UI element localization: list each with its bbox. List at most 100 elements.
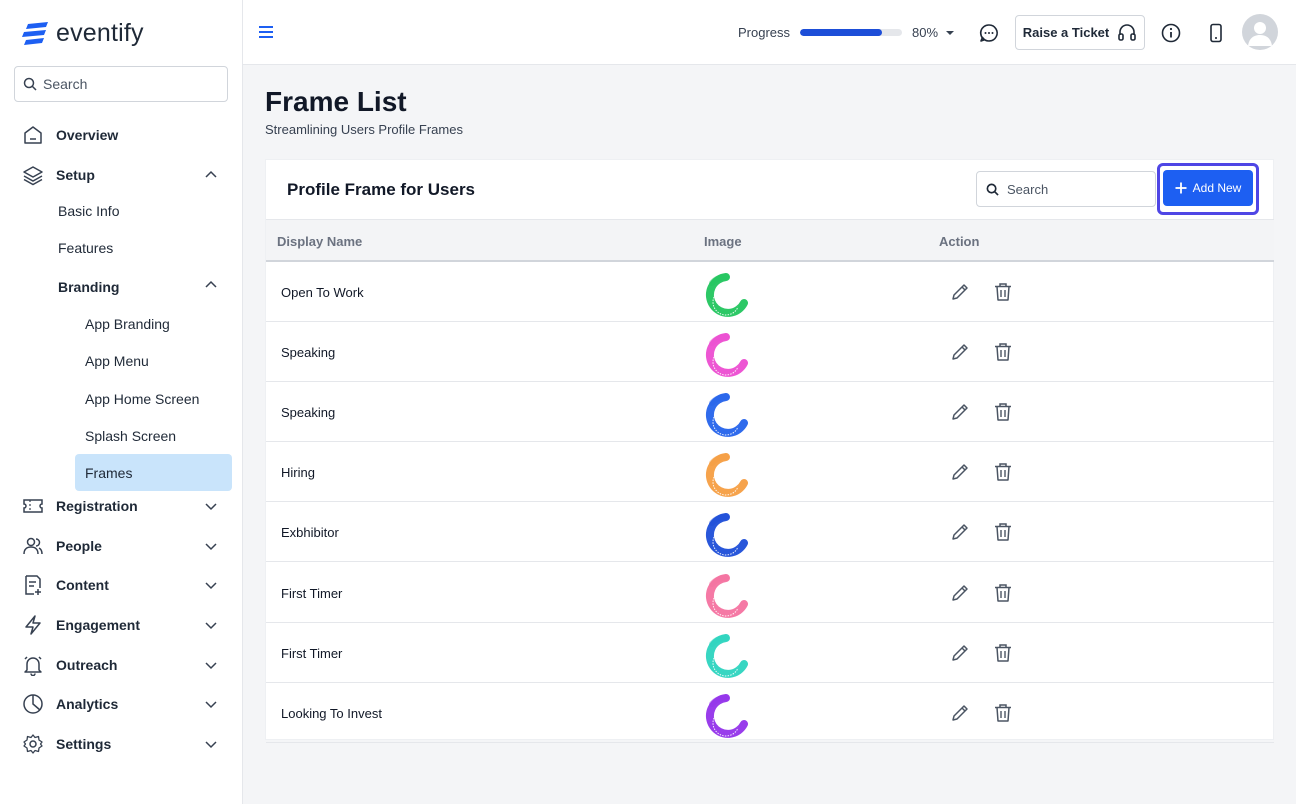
- row-display-name: Looking To Invest: [281, 706, 382, 721]
- sidebar-search-input[interactable]: [43, 76, 213, 92]
- sidebar-subitem-frames[interactable]: Frames: [75, 454, 232, 491]
- edit-pencil-icon[interactable]: [950, 522, 970, 542]
- sidebar-subitem-branding[interactable]: Branding: [58, 279, 119, 295]
- people-icon: [23, 537, 43, 555]
- delete-trash-icon[interactable]: [994, 282, 1012, 302]
- search-icon: [986, 183, 999, 196]
- edit-pencil-icon[interactable]: [950, 342, 970, 362]
- frame-thumbnail-icon: [705, 513, 748, 557]
- search-icon: [23, 77, 37, 91]
- progress-fill: [800, 29, 882, 36]
- user-avatar[interactable]: [1242, 14, 1278, 50]
- sidebar-item-settings[interactable]: Settings: [22, 729, 222, 759]
- delete-trash-icon[interactable]: [994, 402, 1012, 422]
- document-plus-icon: [25, 575, 41, 595]
- sidebar-subitem-app-branding[interactable]: App Branding: [85, 316, 170, 332]
- sidebar-item-analytics[interactable]: Analytics: [22, 689, 222, 719]
- progress-label: Progress: [738, 25, 791, 40]
- delete-trash-icon[interactable]: [994, 342, 1012, 362]
- edit-pencil-icon[interactable]: [950, 703, 970, 723]
- sidebar-subitem-features[interactable]: Features: [58, 240, 113, 256]
- sidebar-subitem-splash-screen[interactable]: Splash Screen: [85, 428, 176, 444]
- delete-trash-icon[interactable]: [994, 583, 1012, 603]
- edit-pencil-icon[interactable]: [950, 643, 970, 663]
- sidebar-item-setup[interactable]: Setup: [22, 160, 222, 190]
- edit-pencil-icon[interactable]: [950, 402, 970, 422]
- add-new-button[interactable]: Add New: [1163, 170, 1253, 206]
- table-row: Hiring: [266, 442, 1274, 502]
- sidebar-item-outreach[interactable]: Outreach: [22, 650, 222, 680]
- sidebar-search[interactable]: [14, 66, 228, 102]
- eventify-logo-icon: [22, 21, 48, 45]
- sidebar-item-registration[interactable]: Registration: [22, 491, 222, 521]
- frame-thumbnail-icon: [705, 333, 748, 377]
- caret-down-icon[interactable]: [945, 28, 955, 38]
- delete-trash-icon[interactable]: [994, 643, 1012, 663]
- gear-icon: [23, 734, 43, 754]
- brand-name: eventify: [56, 19, 144, 47]
- sidebar-item-label: Overview: [56, 127, 119, 143]
- info-icon[interactable]: [1160, 22, 1182, 44]
- chevron-down-icon: [205, 701, 217, 709]
- row-display-name: Speaking: [281, 405, 336, 420]
- sidebar-item-label: Analytics: [56, 696, 119, 712]
- delete-trash-icon[interactable]: [994, 703, 1012, 723]
- frame-search-input[interactable]: [1007, 181, 1147, 197]
- sidebar: eventify Overview Setup Basic Info Featu…: [0, 0, 243, 804]
- brand-logo[interactable]: eventify: [22, 19, 144, 48]
- headset-icon: [1118, 23, 1137, 41]
- ticket-icon: [23, 499, 43, 513]
- frame-thumbnail-icon: [705, 574, 748, 618]
- sidebar-item-content[interactable]: Content: [22, 570, 222, 600]
- bell-icon: [24, 656, 42, 676]
- row-display-name: Open To Work: [281, 285, 364, 300]
- hamburger-menu-icon[interactable]: [258, 24, 274, 40]
- column-header-action: Action: [939, 234, 980, 249]
- table-row: First Timer: [266, 563, 1274, 623]
- sidebar-item-people[interactable]: People: [22, 531, 222, 561]
- add-new-label: Add New: [1192, 181, 1242, 195]
- delete-trash-icon[interactable]: [994, 462, 1012, 482]
- sidebar-item-label: People: [56, 538, 102, 554]
- mobile-phone-icon[interactable]: [1205, 22, 1227, 44]
- row-display-name: Exbhibitor: [281, 525, 339, 540]
- sidebar-subitem-app-home-screen[interactable]: App Home Screen: [85, 391, 199, 407]
- row-display-name: First Timer: [281, 586, 343, 601]
- frame-search[interactable]: [976, 171, 1156, 207]
- table-row: Looking To Invest: [266, 683, 1274, 743]
- sidebar-item-label: Settings: [56, 736, 112, 752]
- table-header: Display Name Image Action: [266, 219, 1274, 262]
- edit-pencil-icon[interactable]: [950, 282, 970, 302]
- sidebar-item-engagement[interactable]: Engagement: [22, 610, 222, 640]
- frame-thumbnail-icon: [705, 694, 748, 738]
- table-row: Speaking: [266, 382, 1274, 442]
- table-row: Speaking: [266, 322, 1274, 382]
- chevron-down-icon: [205, 662, 217, 670]
- table-row: Exbhibitor: [266, 502, 1274, 562]
- row-display-name: First Timer: [281, 646, 343, 661]
- sidebar-subitem-basic-info[interactable]: Basic Info: [58, 203, 119, 219]
- sidebar-subitem-app-menu[interactable]: App Menu: [85, 353, 149, 369]
- page-subtitle: Streamlining Users Profile Frames: [265, 122, 463, 137]
- chevron-down-icon: [205, 582, 217, 590]
- sidebar-item-label: Engagement: [56, 617, 141, 633]
- plus-icon: [1175, 182, 1187, 194]
- frame-thumbnail-icon: [705, 273, 748, 317]
- edit-pencil-icon[interactable]: [950, 462, 970, 482]
- delete-trash-icon[interactable]: [994, 522, 1012, 542]
- chevron-up-icon: [205, 280, 217, 288]
- chevron-down-icon: [205, 741, 217, 749]
- sidebar-item-label: Content: [56, 577, 109, 593]
- frame-thumbnail-icon: [705, 634, 748, 678]
- raise-ticket-label: Raise a Ticket: [1022, 25, 1110, 40]
- table-row: First Timer: [266, 623, 1274, 683]
- chat-icon[interactable]: [978, 22, 1000, 44]
- page-title: Frame List: [265, 86, 407, 117]
- sidebar-item-overview[interactable]: Overview: [22, 120, 222, 150]
- raise-ticket-button[interactable]: Raise a Ticket: [1015, 15, 1145, 50]
- layers-icon: [23, 166, 43, 186]
- frame-thumbnail-icon: [705, 393, 748, 437]
- sidebar-item-label: Setup: [56, 167, 95, 183]
- edit-pencil-icon[interactable]: [950, 583, 970, 603]
- sidebar-item-label: Registration: [56, 498, 138, 514]
